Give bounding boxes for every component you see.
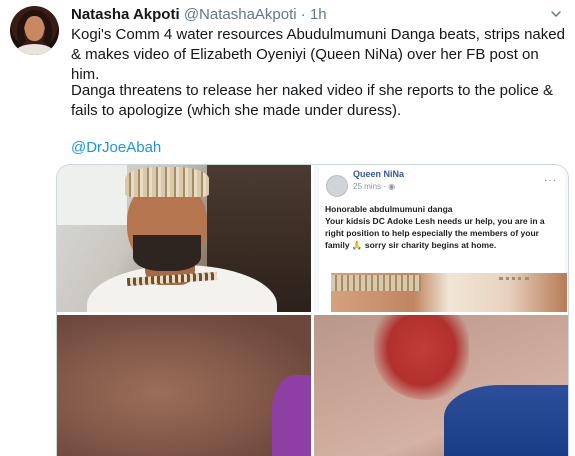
avatar-shoulder (14, 44, 55, 55)
avatar-face (25, 16, 44, 41)
separator-dot: · (300, 6, 306, 23)
fb-avatar (326, 175, 348, 197)
fb-author: Queen NiNa (353, 169, 405, 179)
crown-icon (499, 277, 529, 287)
author-handle[interactable]: @NatashaAkpoti (184, 6, 297, 23)
photo-facebook-post-screenshot[interactable]: Queen NiNa 25 mins · ◉ ··· Honorable abd… (314, 165, 568, 312)
tweet-paragraph-1: Kogi's Comm 4 water resources Abudulmumu… (71, 26, 565, 83)
fb-post-image (331, 273, 567, 312)
chevron-down-icon[interactable] (551, 9, 561, 19)
fb-time: 25 mins · ◉ (353, 182, 396, 191)
tweet-timestamp[interactable]: 1h (310, 6, 327, 23)
photo-bruised-skin[interactable] (57, 315, 311, 456)
media-grid: Queen NiNa 25 mins · ◉ ··· Honorable abd… (56, 164, 569, 456)
tweet[interactable]: Natasha Akpoti @NatashaAkpoti · 1h Kogi'… (0, 0, 575, 456)
more-icon: ··· (544, 175, 557, 186)
photo-man-in-car[interactable] (57, 165, 311, 312)
mention-link[interactable]: @DrJoeAbah (71, 138, 161, 158)
globe-icon: ◉ (388, 182, 396, 191)
photo-injury[interactable] (314, 315, 568, 456)
fb-post-text: Honorable abdulmumuni danga Your kidsis … (325, 204, 545, 250)
avatar[interactable] (10, 6, 59, 55)
author-name[interactable]: Natasha Akpoti (71, 6, 180, 23)
fb-post: Queen NiNa 25 mins · ◉ ··· Honorable abd… (319, 165, 567, 312)
tweet-header: Natasha Akpoti @NatashaAkpoti · 1h (71, 5, 327, 25)
tweet-paragraph-2: Danga threatens to release her naked vid… (71, 82, 553, 119)
